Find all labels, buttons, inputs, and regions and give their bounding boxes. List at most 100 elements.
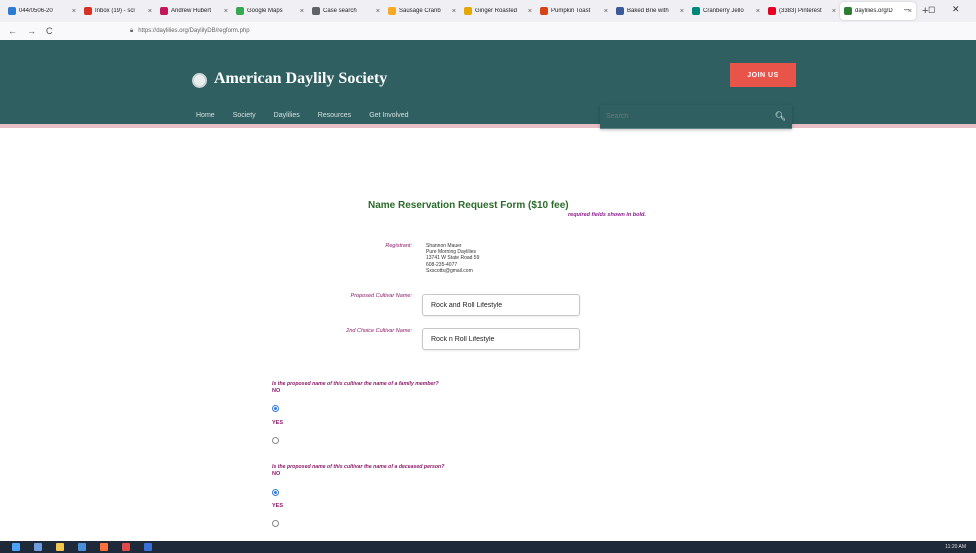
browser-nav-bar: ← → C 🔒︎ https://daylilies.org/DaylilyDB… bbox=[0, 22, 976, 40]
second-choice-input[interactable] bbox=[422, 328, 580, 350]
q2-no-radio[interactable] bbox=[272, 489, 279, 496]
browser-tab[interactable]: Cranberry Jello × bbox=[688, 2, 764, 20]
tab-label: Ginger Roasted bbox=[475, 8, 518, 14]
browser-tab[interactable]: Baked Brie with × bbox=[612, 2, 688, 20]
app-icon-2[interactable] bbox=[144, 543, 152, 551]
tab-label: Sausage Cranb bbox=[399, 8, 441, 14]
favicon-icon bbox=[844, 7, 852, 15]
nav-item[interactable]: Daylilies bbox=[274, 112, 300, 119]
favicon-icon bbox=[84, 7, 92, 15]
tab-label: Case search bbox=[323, 8, 357, 14]
second-choice-label: 2nd Choice Cultivar Name: bbox=[346, 328, 412, 334]
close-tab-icon[interactable]: × bbox=[528, 8, 532, 15]
minimize-button[interactable]: – bbox=[904, 4, 909, 14]
tab-label: Baked Brie with bbox=[627, 8, 669, 14]
q1-no-radio[interactable] bbox=[272, 405, 279, 412]
proposed-name-label: Proposed Cultivar Name: bbox=[350, 293, 412, 299]
close-tab-icon[interactable]: × bbox=[756, 8, 760, 15]
nav-item[interactable]: Resources bbox=[318, 112, 351, 119]
favicon-icon bbox=[388, 7, 396, 15]
close-tab-icon[interactable]: × bbox=[72, 8, 76, 15]
tab-label: Cranberry Jello bbox=[703, 8, 744, 14]
close-tab-icon[interactable]: × bbox=[300, 8, 304, 15]
join-us-button[interactable]: JOIN US bbox=[730, 63, 796, 87]
url-bar[interactable]: 🔒︎ https://daylilies.org/DaylilyDB/regfo… bbox=[130, 24, 850, 38]
favicon-icon bbox=[312, 7, 320, 15]
favicon-icon bbox=[464, 7, 472, 15]
favicon-icon bbox=[540, 7, 548, 15]
registrant-info: Shannon Mauer Pure Morning Daylilies 13741… bbox=[426, 243, 479, 274]
back-icon[interactable]: ← bbox=[8, 26, 17, 36]
search-icon[interactable]: 🔍︎ bbox=[775, 111, 786, 122]
close-window-button[interactable]: ✕ bbox=[952, 4, 960, 15]
browser-tab[interactable]: Ginger Roasted × bbox=[460, 2, 536, 20]
firefox-icon[interactable] bbox=[100, 543, 108, 551]
close-tab-icon[interactable]: × bbox=[832, 8, 836, 15]
tab-label: Andrew Hubert bbox=[171, 8, 212, 14]
close-tab-icon[interactable]: × bbox=[604, 8, 608, 15]
nav-item[interactable]: Home bbox=[196, 112, 215, 119]
required-note: required fields shown in bold. bbox=[568, 212, 646, 218]
registrant-line: Sxscotts@gmail.com bbox=[426, 267, 473, 274]
q1-no-label: NO bbox=[272, 388, 281, 394]
q1-yes-radio[interactable] bbox=[272, 437, 279, 444]
tab-label: Pumpkin Toast bbox=[551, 8, 591, 14]
favicon-icon bbox=[692, 7, 700, 15]
nav-item[interactable]: Society bbox=[233, 112, 256, 119]
browser-tab-bar: 044/0506-20 × Inbox (19) - scl × Andrew Hube… bbox=[0, 0, 976, 22]
tab-label: Inbox (19) - scl bbox=[95, 8, 135, 14]
question-deceased-person: Is the proposed name of this cultivar th… bbox=[272, 464, 445, 470]
close-tab-icon[interactable]: × bbox=[224, 8, 228, 15]
file-explorer-icon[interactable] bbox=[56, 543, 64, 551]
app-icon[interactable] bbox=[122, 543, 130, 551]
reload-icon[interactable]: C bbox=[46, 26, 53, 36]
browser-tab[interactable]: Sausage Cranb × bbox=[384, 2, 460, 20]
system-tray: 11:20 AM bbox=[945, 541, 966, 553]
url-text: https://daylilies.org/DaylilyDB/regform.… bbox=[138, 28, 250, 34]
browser-tab[interactable]: (3383) Pinterest × bbox=[764, 2, 840, 20]
tab-label: daylilies.org/D bbox=[855, 8, 893, 14]
favicon-icon bbox=[8, 7, 16, 15]
question-family-member: Is the proposed name of this cultivar th… bbox=[272, 381, 439, 387]
close-tab-icon[interactable]: × bbox=[452, 8, 456, 15]
search-box: 🔍︎ bbox=[600, 105, 792, 129]
browser-tab[interactable]: 044/0506-20 × bbox=[4, 2, 80, 20]
forward-icon[interactable]: → bbox=[27, 26, 36, 36]
browser-tab[interactable]: Google Maps × bbox=[232, 2, 308, 20]
close-tab-icon[interactable]: × bbox=[376, 8, 380, 15]
q1-yes-label: YES bbox=[272, 420, 284, 426]
maximize-button[interactable]: ◻ bbox=[928, 4, 935, 15]
windows-start-icon[interactable] bbox=[12, 543, 20, 551]
proposed-name-input[interactable] bbox=[422, 294, 580, 316]
tab-label: (3383) Pinterest bbox=[779, 8, 822, 14]
search-taskbar-icon[interactable] bbox=[34, 543, 42, 551]
main-nav: Home Society Daylilies Resources Get Involve… bbox=[196, 112, 427, 119]
q2-yes-radio[interactable] bbox=[272, 520, 279, 527]
favicon-icon bbox=[160, 7, 168, 15]
registrant-line: 13741 W State Road 59 bbox=[426, 255, 480, 262]
site-header bbox=[0, 40, 976, 124]
search-input[interactable] bbox=[606, 113, 775, 120]
form-title: Name Reservation Request Form ($10 fee) bbox=[368, 200, 569, 211]
lock-icon: 🔒︎ bbox=[130, 27, 134, 34]
q2-yes-label: YES bbox=[272, 503, 284, 509]
browser-tab[interactable]: Andrew Hubert × bbox=[156, 2, 232, 20]
favicon-icon bbox=[616, 7, 624, 15]
tray-clock[interactable]: 11:20 AM bbox=[945, 544, 966, 550]
close-tab-icon[interactable]: × bbox=[148, 8, 152, 15]
os-taskbar: 11:20 AM bbox=[0, 541, 976, 553]
site-title[interactable]: American Daylily Society bbox=[214, 70, 387, 88]
close-tab-icon[interactable]: × bbox=[680, 8, 684, 15]
browser-tab[interactable]: Case search × bbox=[308, 2, 384, 20]
header-stripe bbox=[0, 124, 976, 128]
browser-tab[interactable]: Pumpkin Toast × bbox=[536, 2, 612, 20]
browser-tab[interactable]: Inbox (19) - scl × bbox=[80, 2, 156, 20]
nav-item[interactable]: Get Involved bbox=[369, 112, 408, 119]
favicon-icon bbox=[236, 7, 244, 15]
tab-label: Google Maps bbox=[247, 8, 283, 14]
registrant-label: Registrant: bbox=[385, 243, 412, 249]
tab-label: 044/0506-20 bbox=[19, 8, 53, 14]
favicon-icon bbox=[768, 7, 776, 15]
logo-icon[interactable] bbox=[192, 73, 207, 88]
edge-icon[interactable] bbox=[78, 543, 86, 551]
